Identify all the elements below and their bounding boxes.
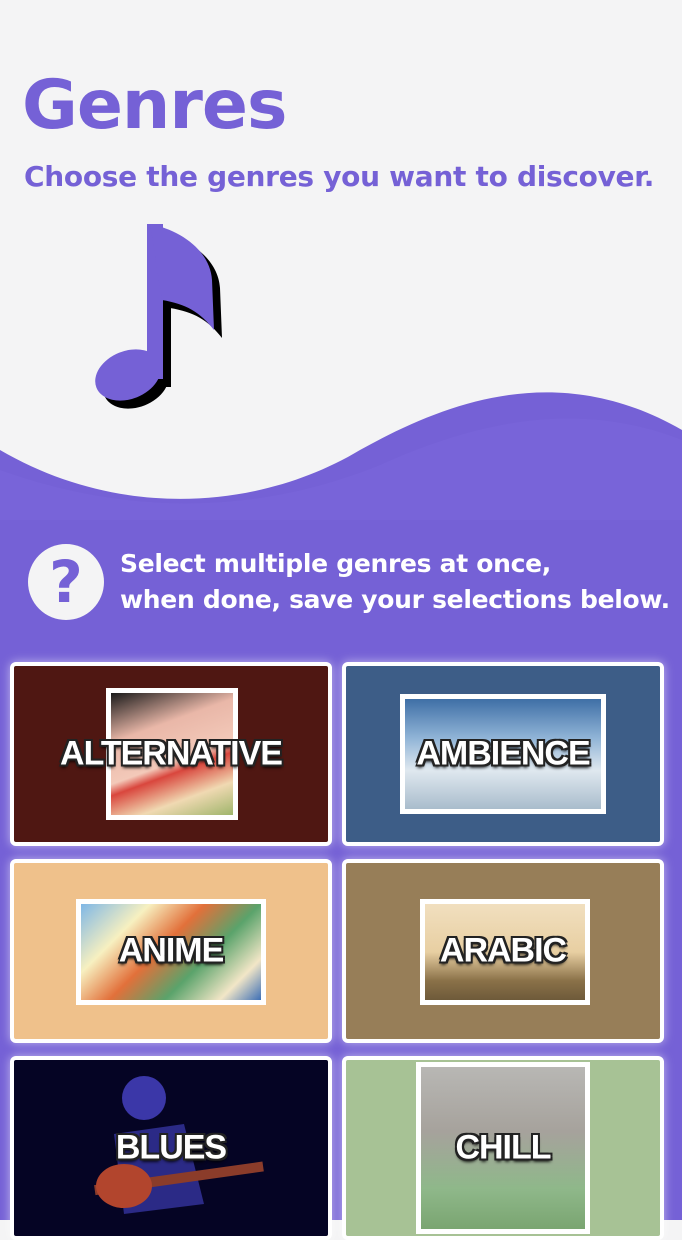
genre-label: ALTERNATIVE bbox=[60, 734, 283, 773]
help-line-2: when done, save your selections below. bbox=[120, 585, 670, 614]
help-line-1: Select multiple genres at once, bbox=[120, 549, 552, 578]
genre-label: CHILL bbox=[455, 1128, 551, 1167]
genre-label: ARABIC bbox=[439, 931, 567, 970]
genre-tile-ambience[interactable]: AMBIENCE bbox=[342, 662, 664, 846]
help-text: Select multiple genres at once, when don… bbox=[120, 546, 670, 618]
genre-tile-arabic[interactable]: ARABIC bbox=[342, 859, 664, 1043]
header: Genres Choose the genres you want to dis… bbox=[0, 0, 682, 530]
help-banner: ? Select multiple genres at once, when d… bbox=[28, 542, 670, 622]
page-subtitle: Choose the genres you want to discover. bbox=[24, 160, 655, 193]
header-wave bbox=[0, 392, 682, 530]
genre-tile-blues[interactable]: BLUES bbox=[10, 1056, 332, 1240]
genre-label: BLUES bbox=[115, 1128, 227, 1167]
genre-tile-chill[interactable]: CHILL bbox=[342, 1056, 664, 1240]
genre-label: ANIME bbox=[118, 931, 225, 970]
question-icon[interactable]: ? bbox=[28, 544, 104, 620]
genre-tile-anime[interactable]: ANIME bbox=[10, 859, 332, 1043]
page-title: Genres bbox=[22, 66, 287, 145]
genre-tile-alternative[interactable]: ALTERNATIVE bbox=[10, 662, 332, 846]
genre-label: AMBIENCE bbox=[416, 734, 590, 773]
